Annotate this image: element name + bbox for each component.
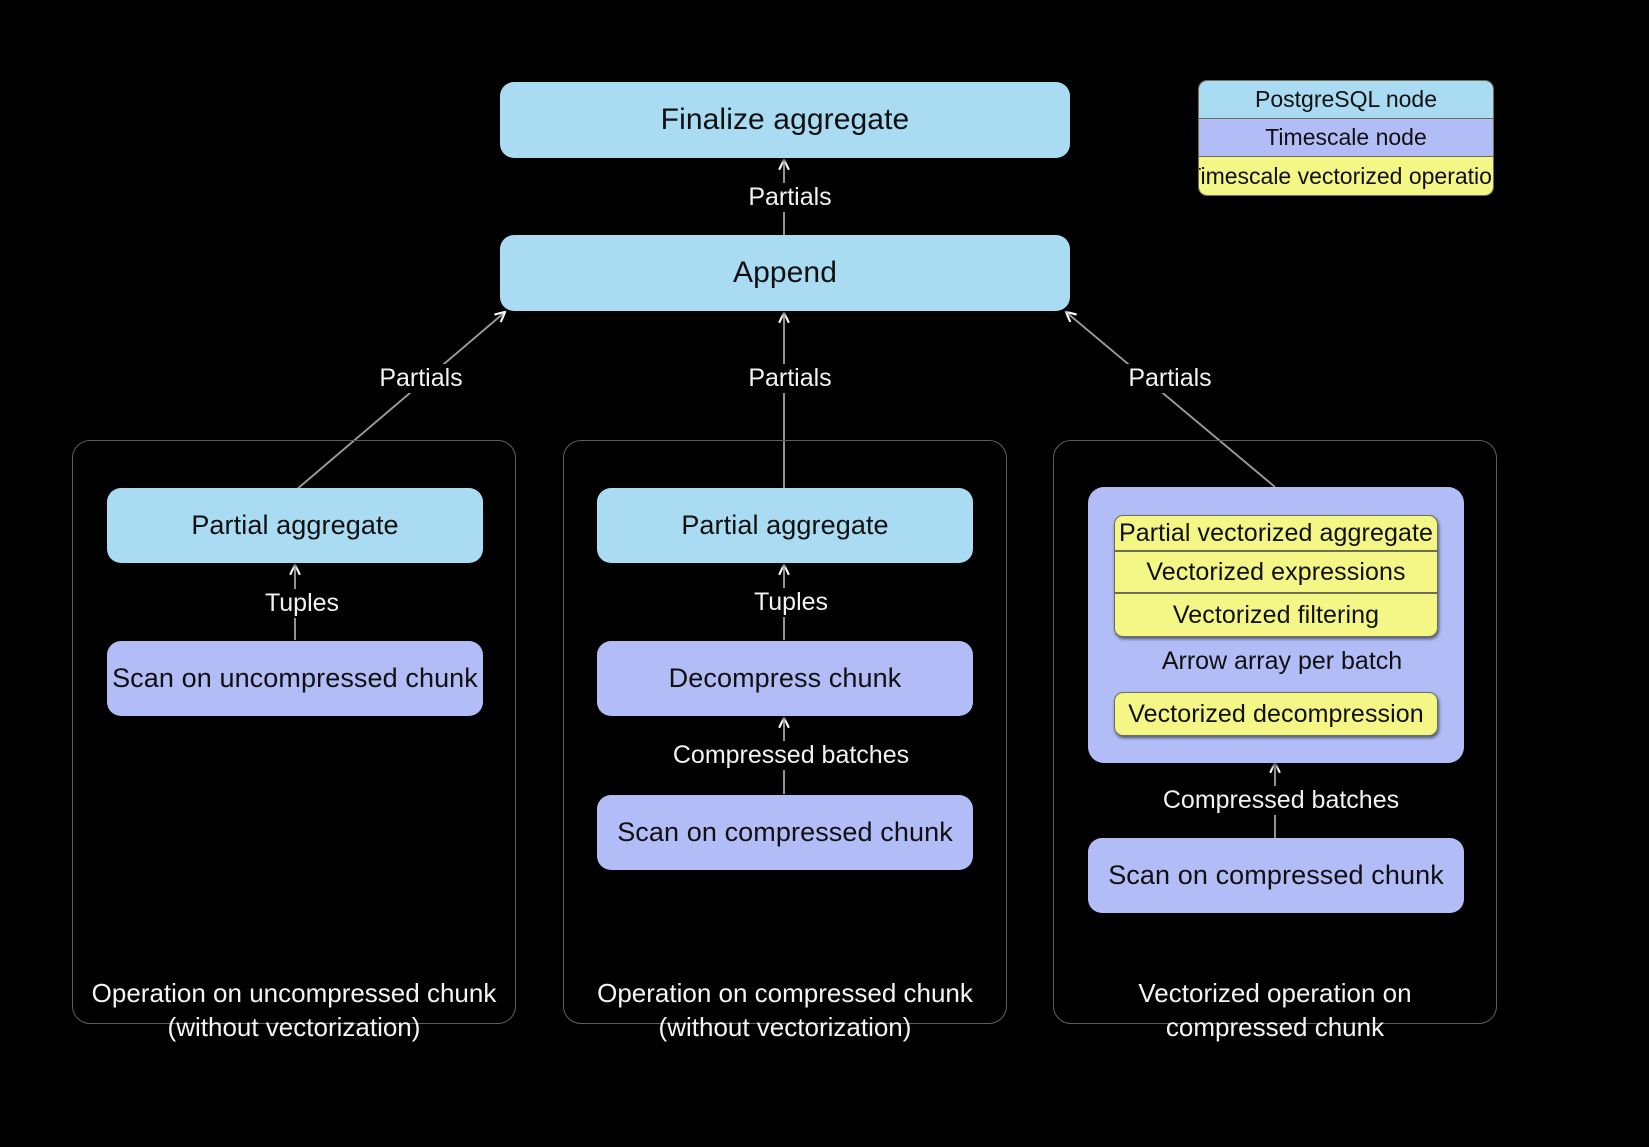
node-scan-on-compressed-chunk-right: Scan on compressed chunk	[1088, 838, 1464, 913]
node-label: Partial aggregate	[191, 509, 399, 540]
node-vectorized-expressions: Vectorized expressions	[1114, 551, 1438, 593]
caption-text: Operation on compressed chunk (without v…	[597, 978, 973, 1042]
label-text: Partials	[748, 183, 832, 211]
node-partial-aggregate-compressed: Partial aggregate	[597, 488, 973, 563]
label-text: Arrow array per batch	[1161, 647, 1403, 675]
node-label: Vectorized expressions	[1146, 557, 1406, 586]
node-append: Append	[500, 235, 1070, 311]
node-label: Partial vectorized aggregate	[1118, 518, 1434, 547]
caption-compressed-chunk: Operation on compressed chunk (without v…	[563, 944, 1007, 1044]
edge-label-tuples-middle: Tuples	[717, 588, 865, 617]
label-text: Partials	[379, 364, 463, 392]
edge-label-partials-right: Partials	[1093, 364, 1247, 393]
legend-label: PostgreSQL node	[1255, 86, 1437, 112]
label-text: Tuples	[753, 588, 829, 616]
legend-item-timescale-node: Timescale node	[1199, 119, 1493, 157]
node-label: Scan on compressed chunk	[617, 816, 953, 847]
node-scan-on-uncompressed-chunk: Scan on uncompressed chunk	[107, 641, 483, 716]
node-partial-vectorized-aggregate: Partial vectorized aggregate	[1114, 515, 1438, 551]
node-scan-on-compressed-chunk-middle: Scan on compressed chunk	[597, 795, 973, 870]
legend-item-postgresql-node: PostgreSQL node	[1199, 81, 1493, 119]
node-vectorized-decompression: Vectorized decompression	[1114, 692, 1438, 736]
node-label: Append	[732, 255, 838, 289]
edge-label-partials-middle: Partials	[713, 364, 867, 393]
legend-label: Timescale vectorized operation	[1198, 162, 1494, 189]
legend-item-timescale-vectorized-operation: Timescale vectorized operation	[1199, 157, 1493, 195]
caption-uncompressed-chunk: Operation on uncompressed chunk (without…	[72, 944, 516, 1044]
edge-label-compressed-batches-right: Compressed batches	[1154, 786, 1408, 815]
node-label: Vectorized decompression	[1128, 699, 1424, 728]
node-label: Vectorized filtering	[1172, 600, 1380, 629]
caption-text: Vectorized operation on compressed chunk	[1138, 978, 1412, 1042]
node-finalize-aggregate: Finalize aggregate	[500, 82, 1070, 158]
caption-text: Operation on uncompressed chunk (without…	[91, 978, 497, 1042]
node-label: Scan on uncompressed chunk	[112, 662, 478, 693]
label-text: Tuples	[264, 589, 340, 617]
edge-label-arrow-array-per-batch: Arrow array per batch	[1142, 647, 1422, 676]
edge-label-compressed-batches-middle: Compressed batches	[664, 741, 918, 770]
node-vectorized-filtering: Vectorized filtering	[1114, 593, 1438, 637]
diagram-canvas: PostgreSQL node Timescale node Timescale…	[0, 0, 1649, 1147]
legend: PostgreSQL node Timescale node Timescale…	[1198, 80, 1494, 196]
label-text: Compressed batches	[672, 741, 910, 769]
node-partial-aggregate-uncompressed: Partial aggregate	[107, 488, 483, 563]
node-label: Finalize aggregate	[660, 102, 910, 136]
node-decompress-chunk: Decompress chunk	[597, 641, 973, 716]
node-label: Decompress chunk	[668, 662, 902, 693]
legend-label: Timescale node	[1265, 124, 1427, 150]
node-label: Scan on compressed chunk	[1108, 859, 1444, 890]
edge-label-partials-to-finalize: Partials	[713, 183, 867, 212]
label-text: Compressed batches	[1162, 786, 1400, 814]
edge-label-tuples-left: Tuples	[228, 589, 376, 618]
label-text: Partials	[748, 364, 832, 392]
label-text: Partials	[1128, 364, 1212, 392]
node-label: Partial aggregate	[681, 509, 889, 540]
edge-label-partials-left: Partials	[344, 364, 498, 393]
caption-vectorized-chunk: Vectorized operation on compressed chunk	[1053, 944, 1497, 1044]
